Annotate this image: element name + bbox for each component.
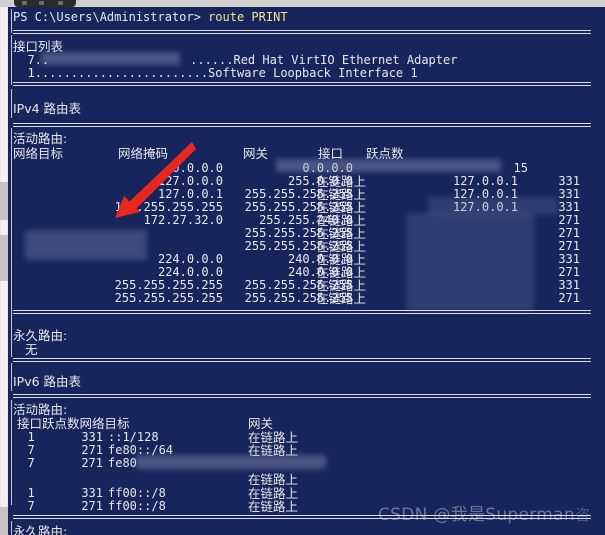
prompt-line: PS C:\Users\Administrator> route PRINT (13, 11, 288, 24)
ipv6-cell-metric: 271 (81, 499, 103, 513)
console-output-area[interactable]: PS C:\Users\Administrator> route PRINT 接… (8, 7, 605, 535)
redaction-block-destination (25, 230, 147, 260)
separator-rule (13, 310, 591, 314)
ipv4-header-gateway: 网关 (243, 146, 269, 161)
console-left-border (11, 9, 12, 33)
ipv6-table-title: IPv6 路由表 (13, 374, 82, 389)
ipv4-header-destination: 网络目标 (13, 146, 64, 161)
prompt-command: route PRINT (208, 10, 288, 24)
separator-rule (13, 30, 591, 34)
powershell-console-window[interactable]: PS C:\Users\Administrator> route PRINT 接… (0, 0, 605, 535)
arrow-shaft (128, 142, 196, 210)
ipv4-persistent-label: 永久路由: (13, 328, 68, 343)
console-left-border (11, 521, 12, 535)
console-left-border (11, 35, 12, 85)
separator-rule (13, 394, 591, 398)
interface-description: Software Loopback Interface 1 (208, 66, 418, 80)
console-left-border (11, 317, 12, 357)
scrollbar-thumb[interactable] (0, 182, 8, 220)
interface-description: ......Red Hat VirtIO Ethernet Adapter (190, 53, 458, 67)
vertical-scrollbar[interactable] (0, 7, 8, 535)
ipv6-header-gateway: 网关 (248, 416, 274, 431)
interface-dots: ........................ (34, 66, 209, 80)
ipv6-cell-destination: ff00::/8 (108, 499, 166, 513)
window-titlebar-fragment (0, 0, 605, 7)
red-arrow-annotation (115, 142, 196, 218)
ipv6-cell-gateway: 在链路上 (248, 499, 299, 514)
watermark-tail: 咨 (574, 506, 591, 524)
ipv6-cell-gateway: 在链路上 (248, 472, 299, 487)
csdn-watermark: CSDN @我是Superman咨 (378, 500, 590, 525)
tab-glyph-right (58, 1, 63, 5)
ipv6-cell-destination: fe80 (108, 456, 137, 470)
watermark-text: CSDN @我是Superman (378, 505, 575, 525)
ipv4-active-routes-label: 活动路由: (13, 131, 68, 146)
ipv6-header-if-metric-dest: 接口跃点数网络目标 (17, 416, 130, 431)
scrollbar-thumb[interactable] (0, 235, 8, 281)
redaction-block-ipv6-address (136, 455, 326, 469)
ipv6-cell-metric: 271 (81, 456, 103, 470)
ipv6-persistent-label: 永久路由: (13, 524, 68, 535)
interface-row-1: 1........................Software Loopba… (13, 66, 418, 80)
console-left-border (11, 89, 12, 118)
tab-glyph-left (22, 1, 27, 5)
interface-index: 1 (13, 66, 35, 80)
console-left-border (11, 363, 12, 391)
separator-rule (13, 82, 591, 86)
ipv4-persistent-none: 无 (25, 342, 38, 357)
prompt-path: PS C:\Users\Administrator> (13, 10, 209, 24)
tab-glyph-middle (39, 1, 44, 5)
separator-rule (13, 123, 591, 127)
scrollbar-thumb[interactable] (0, 507, 8, 535)
ipv4-table-title: IPv4 路由表 (13, 101, 82, 116)
ipv6-active-routes-label: 活动路由: (13, 402, 68, 417)
redaction-block-gateway-row0 (276, 159, 501, 172)
redaction-block-interface-col (406, 213, 534, 311)
redaction-block-interface (41, 52, 180, 65)
window-tab[interactable] (14, 0, 76, 7)
separator-rule (13, 358, 591, 362)
